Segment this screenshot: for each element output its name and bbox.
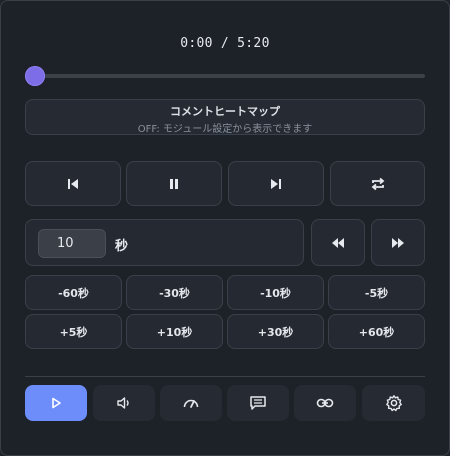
comment-heatmap-button[interactable]: コメントヒートマップ OFF: モジュール設定から表示できます [25,99,425,135]
divider [25,376,425,377]
comment-icon [250,396,266,410]
seek-plus-5-button[interactable]: +5秒 [25,314,122,349]
skip-seconds-input[interactable] [38,229,106,258]
seek-plus-10-button[interactable]: +10秒 [126,314,223,349]
seek-bar[interactable] [35,74,425,78]
skip-previous-icon [68,178,78,189]
skip-next-icon [271,178,281,189]
speedometer-icon [183,399,199,408]
fast-forward-button[interactable] [371,219,425,266]
link-icon [316,398,334,408]
seek-minus-10-button[interactable]: -10秒 [227,275,324,310]
tab-volume[interactable] [93,385,155,421]
seek-minus-30-button[interactable]: -30秒 [126,275,223,310]
seek-thumb[interactable] [25,66,45,86]
heatmap-title: コメントヒートマップ [170,105,280,118]
seek-minus-60-button[interactable]: -60秒 [25,275,122,310]
pause-button[interactable] [126,161,222,206]
tab-settings[interactable] [362,385,425,421]
play-icon [52,397,61,409]
seek-plus-60-button[interactable]: +60秒 [328,314,425,349]
rewind-icon [332,237,344,248]
seek-plus-30-button[interactable]: +30秒 [227,314,324,349]
repeat-button[interactable] [330,161,425,206]
next-button[interactable] [228,161,324,206]
tab-speed[interactable] [160,385,222,421]
volume-icon [117,397,129,409]
seek-minus-5-button[interactable]: -5秒 [328,275,425,310]
skip-unit-label: 秒 [115,239,129,254]
rewind-button[interactable] [311,219,365,266]
previous-button[interactable] [25,161,121,206]
tab-comments[interactable] [227,385,289,421]
pause-icon [170,178,178,189]
heatmap-status: OFF: モジュール設定から表示できます [137,124,313,135]
fast-forward-icon [392,237,404,248]
tab-playback[interactable] [25,385,87,421]
skip-amount-group: 秒 [25,219,304,266]
tab-link[interactable] [294,385,356,421]
repeat-icon [371,177,384,190]
time-display: 0:00 / 5:20 [180,36,270,51]
settings-icon [385,395,402,412]
